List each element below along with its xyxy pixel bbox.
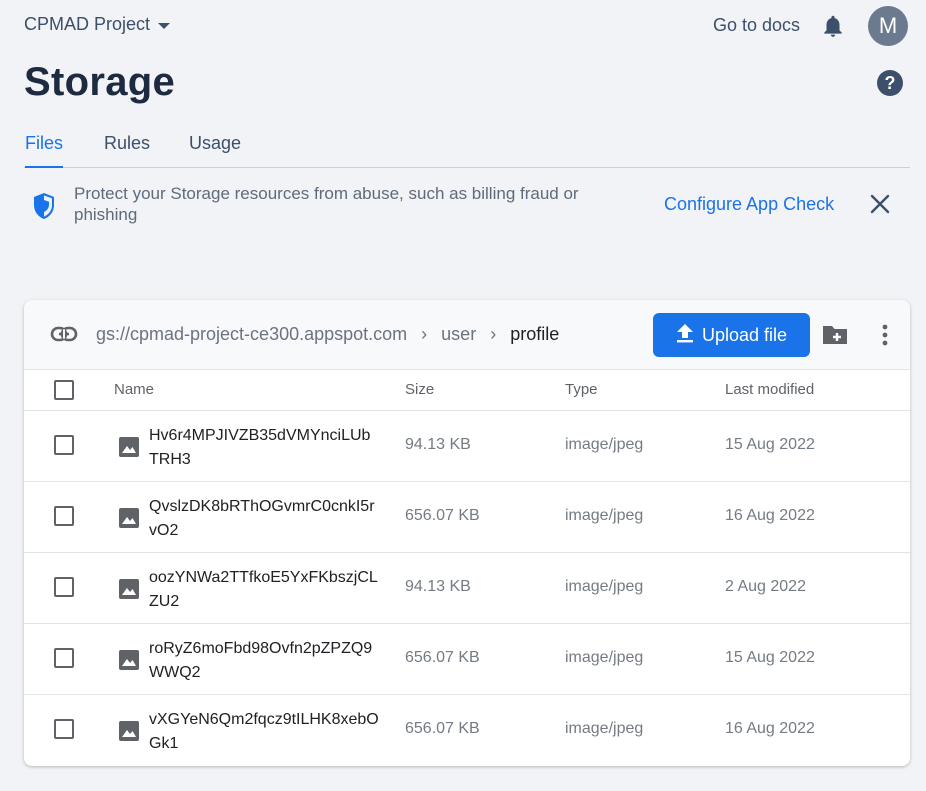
configure-app-check-link[interactable]: Configure App Check: [664, 194, 834, 215]
chevron-right-icon: ›: [421, 324, 428, 344]
table-row[interactable]: vXGYeN6Qm2fqcz9tILHK8xebOGk1 656.07 KB i…: [24, 695, 910, 766]
banner-message: Protect your Storage resources from abus…: [74, 184, 579, 224]
file-modified: 16 Aug 2022: [725, 507, 815, 524]
table-row[interactable]: Hv6r4MPJIVZB35dVMYnciLUbTRH3 94.13 KB im…: [24, 411, 910, 482]
row-checkbox[interactable]: [54, 506, 74, 526]
row-checkbox[interactable]: [54, 719, 74, 739]
breadcrumb-user[interactable]: user: [441, 324, 476, 345]
file-name[interactable]: Hv6r4MPJIVZB35dVMYnciLUbTRH3: [149, 424, 379, 472]
breadcrumb-bucket[interactable]: gs://cpmad-project-ce300.appspot.com: [96, 324, 407, 345]
image-icon: [118, 507, 140, 529]
column-header-name[interactable]: Name: [114, 381, 154, 398]
row-checkbox[interactable]: [54, 435, 74, 455]
project-selector[interactable]: CPMAD Project: [24, 14, 171, 35]
file-modified: 15 Aug 2022: [725, 649, 815, 666]
image-icon: [118, 720, 140, 742]
link-icon[interactable]: [50, 324, 78, 344]
file-browser-toolbar: gs://cpmad-project-ce300.appspot.com › u…: [24, 300, 910, 370]
table-header: Name Size Type Last modified: [24, 370, 910, 411]
file-name[interactable]: QvslzDK8bRThOGvmrC0cnkI5rvO2: [149, 495, 379, 543]
file-modified: 2 Aug 2022: [725, 578, 806, 595]
select-all-checkbox[interactable]: [54, 380, 74, 400]
column-header-type[interactable]: Type: [565, 381, 598, 398]
help-icon[interactable]: ?: [877, 70, 903, 96]
breadcrumb: gs://cpmad-project-ce300.appspot.com › u…: [96, 324, 559, 345]
column-header-modified[interactable]: Last modified: [725, 381, 814, 398]
table-row[interactable]: QvslzDK8bRThOGvmrC0cnkI5rvO2 656.07 KB i…: [24, 482, 910, 553]
file-type: image/jpeg: [565, 507, 644, 524]
image-icon: [118, 436, 140, 458]
file-name[interactable]: vXGYeN6Qm2fqcz9tILHK8xebOGk1: [149, 708, 379, 756]
file-type: image/jpeg: [565, 649, 644, 666]
close-icon[interactable]: [869, 193, 891, 215]
project-name: CPMAD Project: [24, 14, 151, 34]
upload-file-label: Upload file: [701, 324, 788, 345]
image-icon: [118, 649, 140, 671]
row-checkbox[interactable]: [54, 577, 74, 597]
file-size: 656.07 KB: [405, 649, 480, 666]
user-avatar[interactable]: M: [868, 6, 908, 46]
image-icon: [118, 578, 140, 600]
file-name[interactable]: roRyZ6moFbd98Ovfn2pZPZQ9WWQ2: [149, 637, 379, 685]
file-name[interactable]: oozYNWa2TTfkoE5YxFKbszjCLZU2: [149, 566, 379, 614]
upload-file-button[interactable]: Upload file: [653, 313, 810, 357]
file-size: 656.07 KB: [405, 507, 480, 524]
column-header-size[interactable]: Size: [405, 381, 434, 398]
go-to-docs-link[interactable]: Go to docs: [713, 15, 800, 36]
file-type: image/jpeg: [565, 720, 644, 737]
shield-icon: [32, 192, 56, 220]
file-type: image/jpeg: [565, 578, 644, 595]
file-modified: 15 Aug 2022: [725, 436, 815, 453]
file-modified: 16 Aug 2022: [725, 720, 815, 737]
notifications-bell-icon[interactable]: [820, 12, 846, 40]
file-browser-card: gs://cpmad-project-ce300.appspot.com › u…: [24, 300, 910, 766]
file-size: 94.13 KB: [405, 436, 471, 453]
file-size: 656.07 KB: [405, 720, 480, 737]
app-check-banner: Protect your Storage resources from abus…: [24, 182, 910, 230]
caret-down-icon: [158, 22, 171, 29]
table-row[interactable]: oozYNWa2TTfkoE5YxFKbszjCLZU2 94.13 KB im…: [24, 553, 910, 624]
tab-rules[interactable]: Rules: [104, 133, 150, 166]
file-type: image/jpeg: [565, 436, 644, 453]
more-vert-icon[interactable]: [875, 322, 895, 348]
tab-bar: Files Rules Usage: [24, 132, 910, 168]
tab-usage[interactable]: Usage: [189, 133, 241, 166]
page-title: Storage: [24, 60, 176, 104]
top-bar: CPMAD Project Go to docs M: [0, 0, 926, 52]
table-row[interactable]: roRyZ6moFbd98Ovfn2pZPZQ9WWQ2 656.07 KB i…: [24, 624, 910, 695]
upload-icon: [676, 323, 694, 348]
breadcrumb-profile: profile: [510, 324, 560, 344]
tab-files[interactable]: Files: [25, 133, 64, 168]
chevron-right-icon: ›: [490, 324, 497, 344]
row-checkbox[interactable]: [54, 648, 74, 668]
create-folder-icon[interactable]: [821, 323, 849, 347]
file-size: 94.13 KB: [405, 578, 471, 595]
